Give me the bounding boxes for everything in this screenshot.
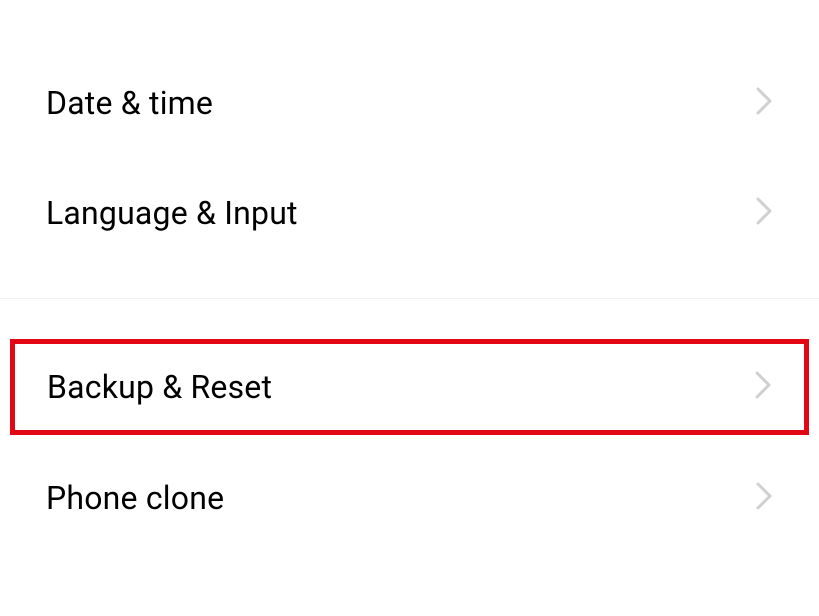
section-divider	[0, 298, 819, 299]
settings-item-language-input[interactable]: Language & Input	[0, 158, 819, 268]
settings-item-label: Date & time	[46, 84, 213, 122]
settings-list: Date & time Language & Input Backup & Re…	[0, 0, 819, 553]
chevron-right-icon	[755, 86, 773, 120]
settings-item-phone-clone[interactable]: Phone clone	[0, 435, 819, 553]
chevron-right-icon	[754, 370, 772, 404]
settings-item-label: Backup & Reset	[47, 368, 272, 406]
chevron-right-icon	[755, 481, 773, 515]
chevron-right-icon	[755, 196, 773, 230]
settings-item-label: Phone clone	[46, 479, 224, 517]
settings-item-label: Language & Input	[46, 194, 298, 232]
settings-item-date-time[interactable]: Date & time	[0, 48, 819, 158]
settings-item-backup-reset[interactable]: Backup & Reset	[10, 339, 809, 435]
